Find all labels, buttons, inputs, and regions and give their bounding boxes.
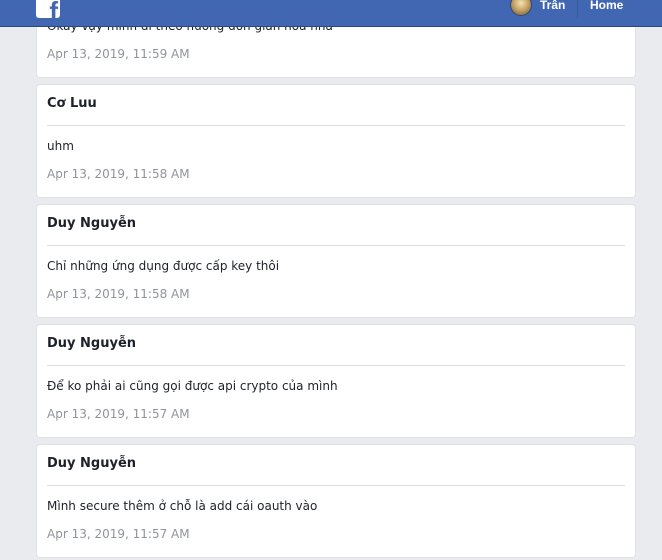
message-card: Cơ Luu uhm Apr 13, 2019, 11:58 AM	[37, 85, 635, 197]
divider	[47, 365, 625, 366]
message-card: Duy Nguyễn Chỉ những ứng dụng được cấp k…	[37, 205, 635, 317]
message-timestamp[interactable]: Apr 13, 2019, 11:57 AM	[47, 407, 190, 421]
home-link[interactable]: Home	[590, 0, 623, 16]
avatar[interactable]	[510, 0, 532, 16]
message-author[interactable]: Duy Nguyễn	[47, 336, 136, 351]
message-text: Để ko phải ai cũng gọi được api crypto c…	[47, 379, 338, 393]
message-text: uhm	[47, 139, 74, 153]
top-navigation-bar: f Trân Home	[0, 0, 662, 27]
message-author[interactable]: Duy Nguyễn	[47, 456, 136, 471]
nav-divider	[577, 0, 578, 18]
message-author[interactable]: Duy Nguyễn	[47, 216, 136, 231]
message-timestamp[interactable]: Apr 13, 2019, 11:58 AM	[47, 287, 190, 301]
message-timestamp[interactable]: Apr 13, 2019, 11:59 AM	[47, 47, 190, 61]
message-text: Chỉ những ứng dụng được cấp key thôi	[47, 259, 280, 273]
divider	[47, 485, 625, 486]
message-timestamp[interactable]: Apr 13, 2019, 11:58 AM	[47, 167, 190, 181]
profile-name[interactable]: Trân	[540, 0, 565, 12]
message-timestamp[interactable]: Apr 13, 2019, 11:57 AM	[47, 527, 190, 541]
profile-link[interactable]: Trân	[510, 0, 565, 16]
message-card: Duy Nguyễn Để ko phải ai cũng gọi được a…	[37, 325, 635, 437]
divider	[47, 245, 625, 246]
facebook-logo-icon[interactable]: f	[36, 0, 60, 18]
message-author[interactable]: Cơ Luu	[47, 96, 97, 111]
divider	[47, 125, 625, 126]
message-text: Mình secure thêm ở chỗ là add cái oauth …	[47, 499, 318, 513]
message-card: Duy Nguyễn Mình secure thêm ở chỗ là add…	[37, 445, 635, 557]
